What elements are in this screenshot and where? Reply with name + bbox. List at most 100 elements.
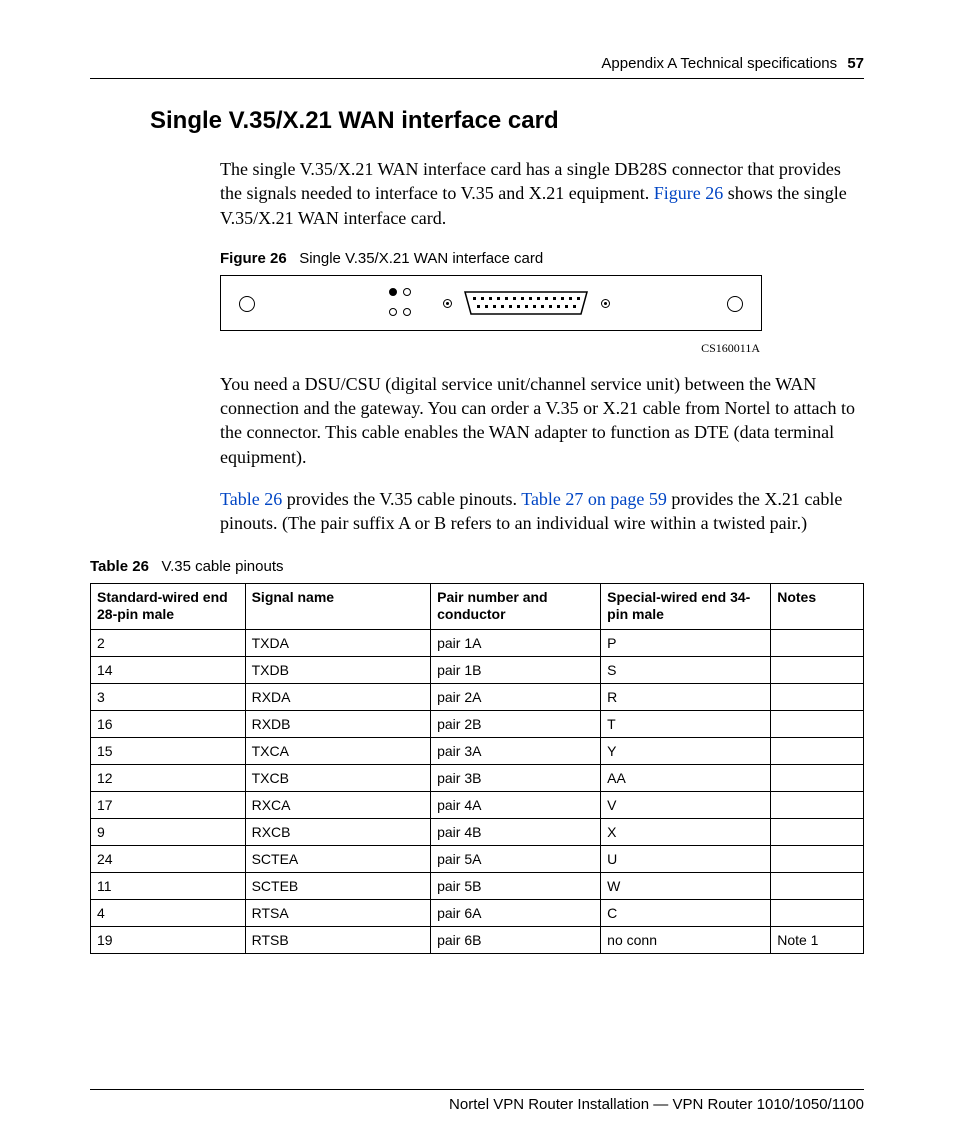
table-row: 14TXDBpair 1BS — [91, 656, 864, 683]
table-cell: pair 6A — [431, 899, 601, 926]
table-cell: 3 — [91, 683, 246, 710]
table-cell: TXDA — [245, 629, 431, 656]
table-cell: RXCB — [245, 818, 431, 845]
table-row: 16RXDBpair 2BT — [91, 710, 864, 737]
table-cell — [771, 845, 864, 872]
table-row: 11SCTEBpair 5BW — [91, 872, 864, 899]
table-cell: 2 — [91, 629, 246, 656]
table-cell: RXDA — [245, 683, 431, 710]
table-cell: pair 5A — [431, 845, 601, 872]
table-row: 9RXCBpair 4BX — [91, 818, 864, 845]
figure-code: CS160011A — [220, 341, 760, 356]
table-cell: pair 1A — [431, 629, 601, 656]
table-row: 3RXDApair 2AR — [91, 683, 864, 710]
table-cell: 17 — [91, 791, 246, 818]
table-cell: SCTEA — [245, 845, 431, 872]
table-caption: Table 26 V.35 cable pinouts — [90, 558, 864, 575]
col-signal-name: Signal name — [245, 583, 431, 629]
table-cell: X — [601, 818, 771, 845]
table-header-row: Standard-wired end 28-pin male Signal na… — [91, 583, 864, 629]
table-cell — [771, 683, 864, 710]
interface-card-figure — [220, 275, 762, 331]
led-icon — [403, 308, 411, 316]
table-cell: S — [601, 656, 771, 683]
table-cell: pair 2B — [431, 710, 601, 737]
table-cell: V — [601, 791, 771, 818]
figure-26-link[interactable]: Figure 26 — [654, 183, 724, 203]
table-cell: pair 3A — [431, 737, 601, 764]
table-cell: 16 — [91, 710, 246, 737]
table-cell: RTSB — [245, 926, 431, 953]
col-special-wired: Special-wired end 34-pin male — [601, 583, 771, 629]
table-row: 4RTSApair 6AC — [91, 899, 864, 926]
body-paragraph-3: Table 26 provides the V.35 cable pinouts… — [220, 487, 864, 536]
led-icon — [389, 288, 397, 296]
table-cell: 14 — [91, 656, 246, 683]
jackscrew-icon — [443, 299, 452, 308]
table-row: 19RTSBpair 6Bno connNote 1 — [91, 926, 864, 953]
table-cell: 15 — [91, 737, 246, 764]
table-cell: pair 2A — [431, 683, 601, 710]
table-cell: 9 — [91, 818, 246, 845]
table-cell: pair 6B — [431, 926, 601, 953]
table-cell: RXDB — [245, 710, 431, 737]
table-cell — [771, 764, 864, 791]
table-26-link[interactable]: Table 26 — [220, 489, 282, 509]
header-text: Appendix A Technical specifications — [601, 55, 837, 72]
db-connector-icon — [461, 290, 591, 316]
table-cell: P — [601, 629, 771, 656]
table-cell: pair 4A — [431, 791, 601, 818]
table-row: 2TXDApair 1AP — [91, 629, 864, 656]
led-icon — [389, 308, 397, 316]
table-cell: Note 1 — [771, 926, 864, 953]
page-number: 57 — [847, 55, 864, 72]
table-cell — [771, 629, 864, 656]
table-cell: 4 — [91, 899, 246, 926]
table-cell: T — [601, 710, 771, 737]
table-cell — [771, 656, 864, 683]
table-caption-text: V.35 cable pinouts — [161, 558, 283, 575]
mounting-hole-icon — [239, 296, 255, 312]
table-cell: pair 1B — [431, 656, 601, 683]
figure-caption: Figure 26 Single V.35/X.21 WAN interface… — [220, 250, 864, 267]
table-27-link[interactable]: Table 27 on page 59 — [521, 489, 667, 509]
mounting-hole-icon — [727, 296, 743, 312]
figure-label: Figure 26 — [220, 250, 287, 267]
table-cell: 19 — [91, 926, 246, 953]
table-cell: 11 — [91, 872, 246, 899]
col-notes: Notes — [771, 583, 864, 629]
col-pair-number: Pair number and conductor — [431, 583, 601, 629]
table-cell — [771, 791, 864, 818]
table-cell: 12 — [91, 764, 246, 791]
table-row: 12TXCBpair 3BAA — [91, 764, 864, 791]
table-cell: 24 — [91, 845, 246, 872]
table-label: Table 26 — [90, 558, 149, 575]
table-row: 15TXCApair 3AY — [91, 737, 864, 764]
table-cell: R — [601, 683, 771, 710]
intro-paragraph-1: The single V.35/X.21 WAN interface card … — [220, 157, 864, 230]
figure-caption-text: Single V.35/X.21 WAN interface card — [299, 250, 543, 267]
table-cell — [771, 872, 864, 899]
col-standard-wired: Standard-wired end 28-pin male — [91, 583, 246, 629]
jackscrew-icon — [601, 299, 610, 308]
table-cell: AA — [601, 764, 771, 791]
table-cell — [771, 818, 864, 845]
footer-text: Nortel VPN Router Installation — VPN Rou… — [90, 1089, 864, 1113]
table-cell: U — [601, 845, 771, 872]
table-cell — [771, 899, 864, 926]
running-header: Appendix A Technical specifications 57 — [90, 55, 864, 79]
led-icon — [403, 288, 411, 296]
table-cell: TXCB — [245, 764, 431, 791]
table-cell: TXDB — [245, 656, 431, 683]
table-cell: W — [601, 872, 771, 899]
table-cell: RTSA — [245, 899, 431, 926]
table-cell: RXCA — [245, 791, 431, 818]
table-cell — [771, 710, 864, 737]
section-title: Single V.35/X.21 WAN interface card — [150, 107, 864, 135]
table-cell: pair 5B — [431, 872, 601, 899]
table-cell: SCTEB — [245, 872, 431, 899]
table-row: 24SCTEApair 5AU — [91, 845, 864, 872]
table-cell: Y — [601, 737, 771, 764]
table-cell: pair 3B — [431, 764, 601, 791]
table-row: 17RXCApair 4AV — [91, 791, 864, 818]
